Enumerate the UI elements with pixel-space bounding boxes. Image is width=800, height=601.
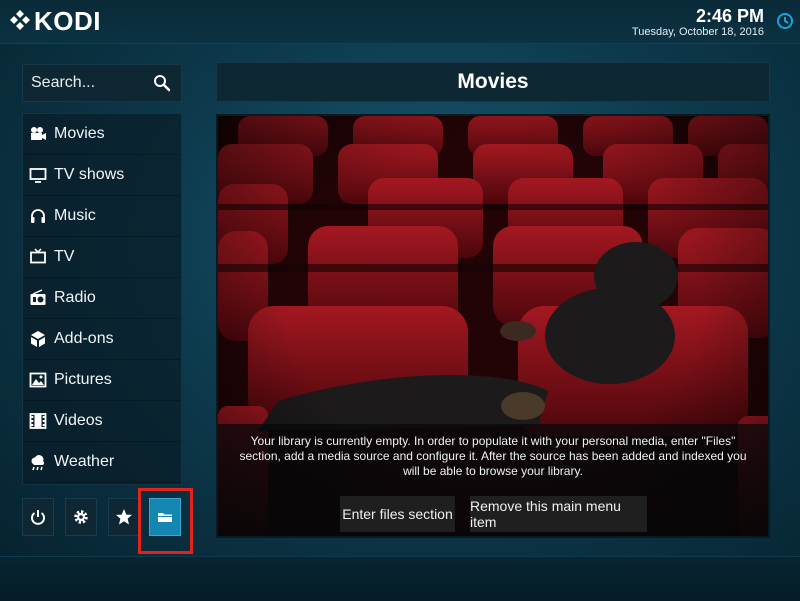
menu-item-addons[interactable]: Add-ons bbox=[23, 319, 181, 360]
gear-icon bbox=[74, 510, 88, 524]
app-name: KODI bbox=[34, 5, 101, 36]
menu-item-tv-shows[interactable]: TV shows bbox=[23, 155, 181, 196]
menu-item-label: Add-ons bbox=[54, 330, 114, 347]
star-icon bbox=[116, 509, 132, 525]
tv-shows-icon bbox=[29, 168, 47, 183]
kodi-logo[interactable]: KODI bbox=[8, 6, 101, 36]
menu-item-videos[interactable]: Videos bbox=[23, 401, 181, 442]
empty-library-message: Your library is currently empty. In orde… bbox=[239, 434, 747, 478]
menu-item-movies[interactable]: Movies bbox=[23, 114, 181, 155]
section-header: Movies bbox=[216, 62, 770, 102]
weather-icon bbox=[31, 455, 44, 471]
radio-icon bbox=[30, 289, 46, 305]
top-bar: KODI 2:46 PM Tuesday, October 18, 2016 bbox=[0, 0, 800, 44]
menu-item-weather[interactable]: Weather bbox=[23, 442, 181, 483]
menu-item-label: Pictures bbox=[54, 371, 112, 388]
menu-item-label: Music bbox=[54, 207, 96, 224]
enter-files-section-button[interactable]: Enter files section bbox=[340, 496, 455, 532]
menu-item-label: Videos bbox=[54, 412, 103, 429]
menu-item-tv[interactable]: TV bbox=[23, 237, 181, 278]
search-button[interactable]: Search... bbox=[22, 64, 182, 102]
menu-item-label: Radio bbox=[54, 289, 96, 306]
menu-item-music[interactable]: Music bbox=[23, 196, 181, 237]
addons-icon bbox=[31, 331, 45, 347]
search-label: Search... bbox=[31, 74, 96, 91]
power-button[interactable] bbox=[22, 498, 54, 536]
clock-date: Tuesday, October 18, 2016 bbox=[631, 26, 764, 38]
clock-time: 2:46 PM bbox=[695, 6, 764, 26]
kodi-logo-icon bbox=[10, 10, 30, 30]
main-menu: Movies TV shows Music TV Radio Add-ons P… bbox=[22, 113, 182, 485]
page-title: Movies bbox=[457, 70, 529, 93]
empty-library-panel: Your library is currently empty. In orde… bbox=[216, 114, 770, 538]
film-icon bbox=[29, 413, 47, 429]
menu-item-radio[interactable]: Radio bbox=[23, 278, 181, 319]
pictures-icon bbox=[29, 372, 47, 388]
menu-item-label: TV shows bbox=[54, 166, 125, 183]
headphones-icon bbox=[31, 209, 45, 223]
movies-icon bbox=[31, 127, 46, 140]
clock: 2:46 PM Tuesday, October 18, 2016 bbox=[632, 7, 764, 39]
clock-icon[interactable] bbox=[776, 12, 794, 30]
favourites-button[interactable] bbox=[108, 498, 140, 536]
tv-icon bbox=[30, 248, 46, 264]
settings-button[interactable] bbox=[65, 498, 97, 536]
power-icon bbox=[31, 510, 45, 525]
highlight-box bbox=[138, 488, 193, 554]
menu-item-label: Movies bbox=[54, 125, 105, 142]
menu-item-pictures[interactable]: Pictures bbox=[23, 360, 181, 401]
remove-menu-item-button[interactable]: Remove this main menu item bbox=[470, 496, 647, 532]
footer-bar bbox=[0, 556, 800, 601]
menu-item-label: Weather bbox=[54, 453, 115, 470]
search-icon bbox=[154, 75, 171, 92]
menu-item-label: TV bbox=[54, 248, 75, 265]
